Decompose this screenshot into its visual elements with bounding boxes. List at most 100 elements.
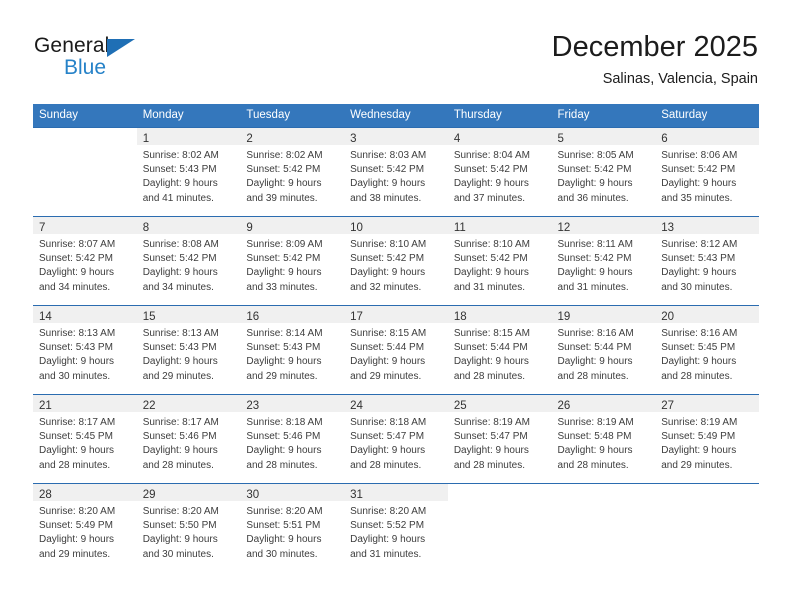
calendar-day-empty (655, 484, 759, 572)
calendar-cell: 12 Sunrise: 8:11 AM Sunset: 5:42 PM Dayligh… (551, 216, 656, 306)
calendar-day[interactable]: 22 Sunrise: 8:17 AM Sunset: 5:46 PM Dayligh… (136, 395, 241, 483)
calendar-day[interactable]: 1 Sunrise: 8:02 AM Sunset: 5:43 PM Daylight… (136, 128, 241, 216)
calendar-day[interactable]: 20 Sunrise: 8:16 AM Sunset: 5:45 PM Dayligh… (655, 306, 759, 394)
day-detail-sunrise: Sunrise: 8:04 AM (453, 150, 530, 161)
calendar-day[interactable]: 21 Sunrise: 8:17 AM Sunset: 5:45 PM Dayligh… (33, 395, 137, 483)
weekday-header-saturday: Saturday (655, 104, 759, 128)
day-number: 1 (142, 133, 150, 145)
day-number-band (552, 484, 656, 501)
calendar-cell: 26 Sunrise: 8:19 AM Sunset: 5:48 PM Dayligh… (551, 394, 656, 484)
day-detail-sunrise: Sunrise: 8:06 AM (661, 150, 738, 161)
day-detail-daylight1: Daylight: 9 hours (557, 267, 633, 279)
day-detail-sunset: Sunset: 5:44 PM (557, 342, 632, 354)
day-detail-sunrise: Sunrise: 8:09 AM (246, 239, 323, 250)
day-number: 9 (246, 222, 253, 234)
day-detail-daylight2: and 31 minutes. (350, 548, 422, 560)
day-number-band: 26 (551, 395, 656, 412)
day-detail-daylight1: Daylight: 9 hours (661, 178, 737, 190)
calendar-cell (655, 483, 759, 572)
general-blue-logo: General Blue (34, 34, 214, 90)
day-details: Sunrise: 8:04 AM Sunset: 5:42 PM Daylight:… (448, 145, 552, 206)
calendar-day[interactable]: 12 Sunrise: 8:11 AM Sunset: 5:42 PM Dayligh… (551, 217, 656, 305)
day-detail-sunset: Sunset: 5:43 PM (661, 253, 736, 265)
day-detail-daylight1: Daylight: 9 hours (246, 534, 322, 546)
day-details: Sunrise: 8:16 AM Sunset: 5:44 PM Daylight:… (552, 323, 656, 384)
day-number-band: 15 (136, 306, 241, 323)
calendar-day[interactable]: 24 Sunrise: 8:18 AM Sunset: 5:47 PM Dayligh… (344, 395, 448, 483)
calendar-cell: 1 Sunrise: 8:02 AM Sunset: 5:43 PM Daylight… (136, 127, 241, 217)
day-number: 4 (453, 133, 461, 145)
calendar-cell: 16 Sunrise: 8:14 AM Sunset: 5:43 PM Dayligh… (240, 305, 345, 395)
calendar-day[interactable]: 23 Sunrise: 8:18 AM Sunset: 5:46 PM Dayligh… (240, 395, 345, 483)
day-detail-daylight1: Daylight: 9 hours (350, 534, 426, 546)
day-detail-daylight2: and 37 minutes. (453, 192, 525, 204)
calendar-week-row: 28 Sunrise: 8:20 AM Sunset: 5:49 PM Dayligh… (33, 483, 759, 572)
day-detail-sunset: Sunset: 5:42 PM (142, 253, 217, 265)
calendar-day[interactable]: 16 Sunrise: 8:14 AM Sunset: 5:43 PM Dayligh… (240, 306, 345, 394)
day-detail-sunrise: Sunrise: 8:19 AM (557, 417, 634, 428)
day-detail-daylight1: Daylight: 9 hours (142, 356, 218, 368)
day-details: Sunrise: 8:08 AM Sunset: 5:42 PM Daylight:… (137, 234, 241, 295)
day-details: Sunrise: 8:12 AM Sunset: 5:43 PM Daylight:… (655, 234, 759, 295)
calendar-cell: 4 Sunrise: 8:04 AM Sunset: 5:42 PM Daylight… (447, 127, 552, 217)
calendar-day[interactable]: 18 Sunrise: 8:15 AM Sunset: 5:44 PM Dayligh… (447, 306, 552, 394)
day-detail-sunrise: Sunrise: 8:05 AM (557, 150, 634, 161)
day-detail-sunset: Sunset: 5:42 PM (453, 164, 528, 176)
day-detail-daylight1: Daylight: 9 hours (246, 267, 322, 279)
day-details: Sunrise: 8:10 AM Sunset: 5:42 PM Daylight:… (448, 234, 552, 295)
day-details: Sunrise: 8:10 AM Sunset: 5:42 PM Daylight:… (344, 234, 448, 295)
calendar-day[interactable]: 15 Sunrise: 8:13 AM Sunset: 5:43 PM Dayligh… (136, 306, 241, 394)
calendar-body: 1 Sunrise: 8:02 AM Sunset: 5:43 PM Daylight… (33, 127, 759, 572)
calendar-day[interactable]: 25 Sunrise: 8:19 AM Sunset: 5:47 PM Dayligh… (447, 395, 552, 483)
calendar-cell: 5 Sunrise: 8:05 AM Sunset: 5:42 PM Daylight… (551, 127, 656, 217)
calendar-week-row: 14 Sunrise: 8:13 AM Sunset: 5:43 PM Dayligh… (33, 305, 759, 395)
day-details: Sunrise: 8:07 AM Sunset: 5:42 PM Daylight:… (33, 234, 137, 295)
calendar-cell: 2 Sunrise: 8:02 AM Sunset: 5:42 PM Daylight… (240, 127, 345, 217)
calendar-day[interactable]: 19 Sunrise: 8:16 AM Sunset: 5:44 PM Dayligh… (551, 306, 656, 394)
calendar-day[interactable]: 11 Sunrise: 8:10 AM Sunset: 5:42 PM Dayligh… (447, 217, 552, 305)
day-detail-daylight2: and 33 minutes. (246, 281, 318, 293)
day-number-band: 12 (551, 217, 656, 234)
calendar-day[interactable]: 28 Sunrise: 8:20 AM Sunset: 5:49 PM Dayligh… (33, 484, 137, 572)
calendar-day[interactable]: 5 Sunrise: 8:05 AM Sunset: 5:42 PM Daylight… (551, 128, 656, 216)
day-number-band: 6 (655, 128, 759, 145)
day-detail-daylight2: and 28 minutes. (453, 370, 525, 382)
day-detail-daylight2: and 31 minutes. (453, 281, 525, 293)
calendar-cell: 8 Sunrise: 8:08 AM Sunset: 5:42 PM Daylight… (136, 216, 241, 306)
day-number-band (655, 484, 759, 501)
day-details: Sunrise: 8:06 AM Sunset: 5:42 PM Daylight:… (655, 145, 759, 206)
day-details: Sunrise: 8:19 AM Sunset: 5:47 PM Daylight:… (448, 412, 552, 473)
calendar-day[interactable]: 2 Sunrise: 8:02 AM Sunset: 5:42 PM Daylight… (240, 128, 345, 216)
calendar-day[interactable]: 7 Sunrise: 8:07 AM Sunset: 5:42 PM Daylight… (33, 217, 137, 305)
day-number-band (448, 484, 552, 501)
calendar-table: Sunday Monday Tuesday Wednesday Thursday… (33, 104, 759, 572)
day-details: Sunrise: 8:16 AM Sunset: 5:45 PM Daylight:… (655, 323, 759, 384)
day-detail-sunset: Sunset: 5:48 PM (557, 431, 632, 443)
calendar-day[interactable]: 30 Sunrise: 8:20 AM Sunset: 5:51 PM Dayligh… (240, 484, 345, 572)
calendar-cell: 15 Sunrise: 8:13 AM Sunset: 5:43 PM Dayligh… (136, 305, 241, 395)
day-detail-daylight1: Daylight: 9 hours (246, 445, 322, 457)
day-details: Sunrise: 8:14 AM Sunset: 5:43 PM Daylight:… (240, 323, 344, 384)
calendar-day[interactable]: 4 Sunrise: 8:04 AM Sunset: 5:42 PM Daylight… (447, 128, 552, 216)
calendar-day[interactable]: 9 Sunrise: 8:09 AM Sunset: 5:42 PM Daylight… (240, 217, 345, 305)
day-details: Sunrise: 8:15 AM Sunset: 5:44 PM Daylight:… (448, 323, 552, 384)
calendar-day[interactable]: 29 Sunrise: 8:20 AM Sunset: 5:50 PM Dayligh… (136, 484, 241, 572)
calendar-day[interactable]: 13 Sunrise: 8:12 AM Sunset: 5:43 PM Dayligh… (655, 217, 759, 305)
calendar-day[interactable]: 10 Sunrise: 8:10 AM Sunset: 5:42 PM Dayligh… (344, 217, 448, 305)
calendar-day[interactable]: 3 Sunrise: 8:03 AM Sunset: 5:42 PM Daylight… (344, 128, 448, 216)
weekday-header-thursday: Thursday (447, 104, 552, 128)
calendar-day[interactable]: 26 Sunrise: 8:19 AM Sunset: 5:48 PM Dayligh… (551, 395, 656, 483)
day-detail-daylight2: and 28 minutes. (142, 459, 214, 471)
day-details: Sunrise: 8:18 AM Sunset: 5:47 PM Daylight:… (344, 412, 448, 473)
calendar-day[interactable]: 6 Sunrise: 8:06 AM Sunset: 5:42 PM Daylight… (655, 128, 759, 216)
calendar-day[interactable]: 14 Sunrise: 8:13 AM Sunset: 5:43 PM Dayligh… (33, 306, 137, 394)
calendar-day[interactable]: 17 Sunrise: 8:15 AM Sunset: 5:44 PM Dayligh… (344, 306, 448, 394)
calendar-week-row: 21 Sunrise: 8:17 AM Sunset: 5:45 PM Dayligh… (33, 394, 759, 484)
calendar-day[interactable]: 31 Sunrise: 8:20 AM Sunset: 5:52 PM Dayligh… (344, 484, 448, 572)
calendar-day[interactable]: 8 Sunrise: 8:08 AM Sunset: 5:42 PM Daylight… (136, 217, 241, 305)
calendar-day[interactable]: 27 Sunrise: 8:19 AM Sunset: 5:49 PM Dayligh… (655, 395, 759, 483)
day-detail-sunrise: Sunrise: 8:15 AM (453, 328, 530, 339)
day-detail-sunset: Sunset: 5:45 PM (39, 431, 113, 443)
logo-text-general: General (34, 34, 110, 57)
day-number: 21 (39, 400, 52, 412)
